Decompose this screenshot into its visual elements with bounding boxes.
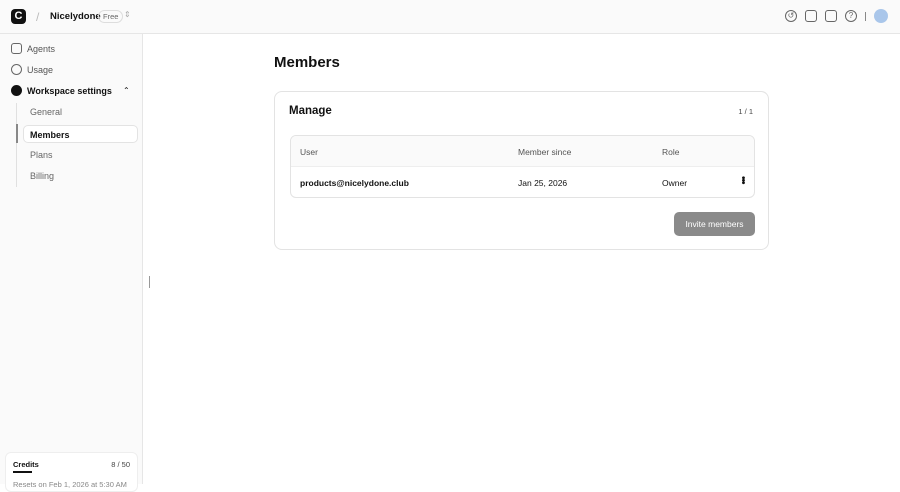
invite-members-button[interactable]: Invite members xyxy=(674,212,755,236)
card-title: Manage xyxy=(289,105,332,117)
workspace-switcher-icon[interactable]: ⇕ xyxy=(124,10,131,19)
agents-icon xyxy=(11,43,22,54)
column-role: Role xyxy=(662,147,680,157)
sidebar-item-members[interactable]: Members xyxy=(23,125,138,143)
chevron-up-icon[interactable]: ⌃ xyxy=(123,86,130,95)
column-member-since: Member since xyxy=(518,147,572,157)
sidebar-item-workspace-settings[interactable]: Workspace settings xyxy=(11,85,112,96)
top-bar: C / Nicelydone Free ⇕ ↺ ? xyxy=(0,0,900,34)
app-logo[interactable]: C xyxy=(11,9,26,24)
member-since: Jan 25, 2026 xyxy=(518,178,568,188)
divider xyxy=(865,11,866,21)
user-email: products@nicelydone.club xyxy=(300,178,409,188)
file-icon[interactable] xyxy=(825,10,837,22)
help-icon[interactable]: ? xyxy=(845,10,857,22)
sidebar-item-general[interactable]: General xyxy=(30,107,62,117)
sidebar-item-agents[interactable]: Agents xyxy=(11,43,55,54)
credits-reset: Resets on Feb 1, 2026 at 5:30 AM xyxy=(13,480,127,489)
sidebar-item-plans[interactable]: Plans xyxy=(30,150,53,160)
more-options-icon[interactable]: ••• xyxy=(737,176,748,184)
avatar[interactable] xyxy=(874,9,888,23)
table-row: products@nicelydone.club Jan 25, 2026 Ow… xyxy=(291,167,754,197)
manage-card: Manage 1 / 1 User Member since Role prod… xyxy=(274,91,769,250)
credits-underline xyxy=(13,471,32,473)
column-user: User xyxy=(300,147,318,157)
sidebar-item-usage[interactable]: Usage xyxy=(11,64,53,75)
gear-icon xyxy=(11,85,22,96)
breadcrumb-separator: / xyxy=(36,10,40,24)
pagination: 1 / 1 xyxy=(738,107,753,116)
gift-icon[interactable] xyxy=(805,10,817,22)
workspace-name[interactable]: Nicelydone xyxy=(50,11,101,22)
credits-value: 8 / 50 xyxy=(111,460,130,469)
credits-panel[interactable]: Credits 8 / 50 Resets on Feb 1, 2026 at … xyxy=(5,452,138,492)
sidebar-item-billing[interactable]: Billing xyxy=(30,171,54,181)
page-title: Members xyxy=(274,54,340,71)
plan-badge: Free xyxy=(98,10,124,23)
sidebar xyxy=(0,34,143,484)
members-table: User Member since Role products@nicelydo… xyxy=(290,135,755,198)
active-indicator xyxy=(16,124,18,143)
usage-icon xyxy=(11,64,22,75)
role: Owner xyxy=(662,178,688,188)
table-header: User Member since Role xyxy=(291,136,754,167)
divider xyxy=(16,103,17,187)
history-icon[interactable]: ↺ xyxy=(785,10,797,22)
resize-handle[interactable] xyxy=(149,276,150,288)
